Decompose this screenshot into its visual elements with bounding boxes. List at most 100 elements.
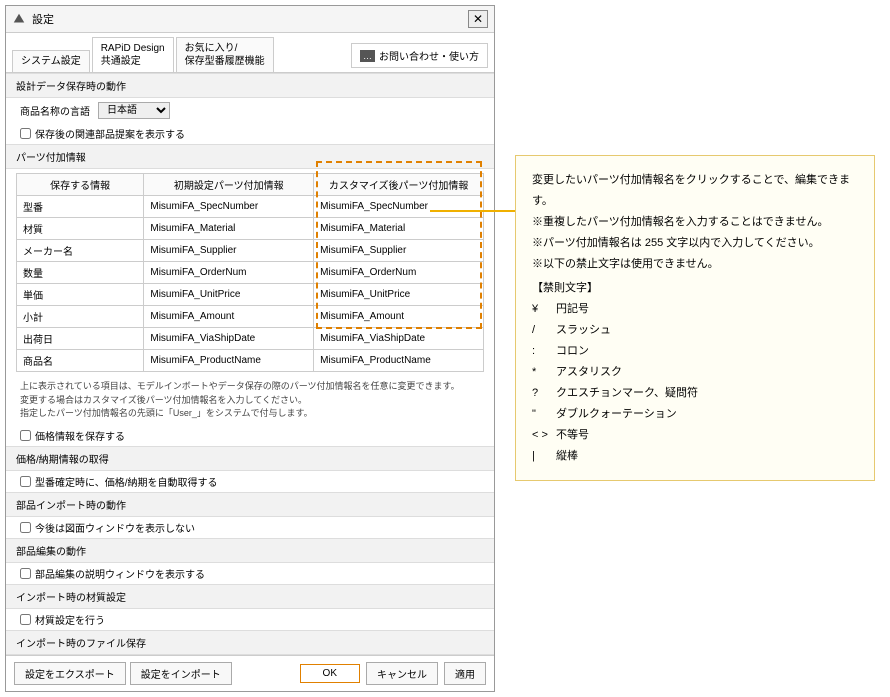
forbidden-row: < >不等号 (532, 425, 858, 446)
section-save-behavior: 設計データ保存時の動作 (6, 73, 494, 98)
tab-rapid[interactable]: RAPiD Design 共通設定 (92, 37, 174, 72)
forbidden-desc: 不等号 (556, 429, 589, 441)
chat-icon: … (360, 50, 375, 62)
ok-button[interactable]: OK (300, 664, 360, 683)
callout-l4: ※以下の禁止文字は使用できません。 (532, 254, 858, 275)
forbidden-row: *アスタリスク (532, 362, 858, 383)
table-row: 単価MisumiFA_UnitPriceMisumiFA_UnitPrice (17, 284, 484, 306)
cell-save: 小計 (17, 306, 144, 328)
th-save: 保存する情報 (17, 174, 144, 196)
close-button[interactable]: ✕ (468, 10, 488, 28)
cell-custom[interactable]: MisumiFA_Supplier (314, 240, 484, 262)
forbidden-row: :コロン (532, 341, 858, 362)
lang-row: 商品名称の言語 日本語 (6, 98, 494, 123)
content-area: 設計データ保存時の動作 商品名称の言語 日本語 保存後の関連部品提案を表示する … (6, 73, 494, 655)
cell-custom[interactable]: MisumiFA_OrderNum (314, 262, 484, 284)
th-default: 初期設定パーツ付加情報 (144, 174, 314, 196)
forbidden-symbol: : (532, 341, 556, 362)
table-row: 商品名MisumiFA_ProductNameMisumiFA_ProductN… (17, 350, 484, 372)
show-related-label: 保存後の関連部品提案を表示する (35, 126, 185, 141)
cell-custom[interactable]: MisumiFA_UnitPrice (314, 284, 484, 306)
cell-save: 型番 (17, 196, 144, 218)
section-edit-behavior: 部品編集の動作 (6, 538, 494, 563)
footer: 設定をエクスポート 設定をインポート OK キャンセル 適用 (6, 655, 494, 691)
cell-default: MisumiFA_ProductName (144, 350, 314, 372)
cell-save: 材質 (17, 218, 144, 240)
forbidden-desc: クエスチョンマーク、疑問符 (556, 387, 698, 399)
show-related-checkbox[interactable] (20, 128, 31, 139)
cell-save: 商品名 (17, 350, 144, 372)
export-button[interactable]: 設定をエクスポート (14, 662, 126, 685)
save-price-label: 価格情報を保存する (35, 428, 125, 443)
forbidden-symbol: ¥ (532, 299, 556, 320)
forbidden-row: ?クエスチョンマーク、疑問符 (532, 383, 858, 404)
help-button[interactable]: … お問い合わせ・使い方 (351, 43, 488, 68)
cell-custom[interactable]: MisumiFA_Amount (314, 306, 484, 328)
callout-wrap: 変更したいパーツ付加情報名をクリックすることで、編集できます。 ※重複したパーツ… (515, 155, 875, 481)
tab-row: システム設定 RAPiD Design 共通設定 お気に入り/ 保存型番履歴機能… (6, 33, 494, 73)
cell-custom[interactable]: MisumiFA_SpecNumber (314, 196, 484, 218)
section-file-save: インポート時のファイル保存 (6, 630, 494, 655)
th-custom: カスタマイズ後パーツ付加情報 (314, 174, 484, 196)
parts-table: 保存する情報 初期設定パーツ付加情報 カスタマイズ後パーツ付加情報 型番Misu… (16, 173, 484, 372)
auto-fetch-checkbox[interactable] (20, 476, 31, 487)
lang-label: 商品名称の言語 (20, 103, 90, 118)
cell-custom[interactable]: MisumiFA_ProductName (314, 350, 484, 372)
table-row: 出荷日MisumiFA_ViaShipDateMisumiFA_ViaShipD… (17, 328, 484, 350)
apply-button[interactable]: 適用 (444, 662, 486, 685)
cell-custom[interactable]: MisumiFA_ViaShipDate (314, 328, 484, 350)
forbidden-row: "ダブルクォーテーション (532, 404, 858, 425)
tab-system[interactable]: システム設定 (12, 50, 90, 72)
show-edit-help-label: 部品編集の説明ウィンドウを表示する (35, 566, 205, 581)
hide-drawing-checkbox[interactable] (20, 522, 31, 533)
material-checkbox[interactable] (20, 614, 31, 625)
forbidden-desc: 円記号 (556, 303, 589, 315)
show-edit-help-checkbox[interactable] (20, 568, 31, 579)
cell-default: MisumiFA_UnitPrice (144, 284, 314, 306)
callout-l2: ※重複したパーツ付加情報名を入力することはできません。 (532, 212, 858, 233)
forbidden-symbol: ? (532, 383, 556, 404)
window-title: 設定 (32, 11, 468, 27)
section-material: インポート時の材質設定 (6, 584, 494, 609)
cancel-button[interactable]: キャンセル (366, 662, 438, 685)
forbidden-symbol: / (532, 320, 556, 341)
settings-dialog: 設定 ✕ システム設定 RAPiD Design 共通設定 お気に入り/ 保存型… (5, 5, 495, 692)
forbidden-row: /スラッシュ (532, 320, 858, 341)
tab-favorite[interactable]: お気に入り/ 保存型番履歴機能 (176, 37, 274, 72)
import-button[interactable]: 設定をインポート (130, 662, 232, 685)
callout-box: 変更したいパーツ付加情報名をクリックすることで、編集できます。 ※重複したパーツ… (515, 155, 875, 481)
cell-default: MisumiFA_Amount (144, 306, 314, 328)
forbidden-desc: スラッシュ (556, 324, 611, 336)
section-parts-info: パーツ付加情報 (6, 144, 494, 169)
save-price-checkbox[interactable] (20, 430, 31, 441)
lang-select[interactable]: 日本語 (98, 102, 170, 119)
cell-save: 出荷日 (17, 328, 144, 350)
parts-table-wrap: 保存する情報 初期設定パーツ付加情報 カスタマイズ後パーツ付加情報 型番Misu… (6, 169, 494, 376)
callout-l3: ※パーツ付加情報名は 255 文字以内で入力してください。 (532, 233, 858, 254)
table-row: メーカー名MisumiFA_SupplierMisumiFA_Supplier (17, 240, 484, 262)
forbidden-symbol: < > (532, 425, 556, 446)
callout-leader-line (430, 210, 515, 212)
forbidden-symbol: * (532, 362, 556, 383)
forbidden-list: ¥円記号/スラッシュ:コロン*アスタリスク?クエスチョンマーク、疑問符"ダブルク… (532, 299, 858, 466)
table-row: 小計MisumiFA_AmountMisumiFA_Amount (17, 306, 484, 328)
cell-default: MisumiFA_ViaShipDate (144, 328, 314, 350)
help-button-label: お問い合わせ・使い方 (379, 48, 479, 63)
section-import-behavior: 部品インポート時の動作 (6, 492, 494, 517)
auto-fetch-label: 型番確定時に、価格/納期を自動取得する (35, 474, 217, 489)
table-row: 材質MisumiFA_MaterialMisumiFA_Material (17, 218, 484, 240)
table-note: 上に表示されている項目は、モデルインボートやデータ保存の際のパーツ付加情報名を任… (6, 376, 494, 425)
titlebar: 設定 ✕ (6, 6, 494, 33)
cell-custom[interactable]: MisumiFA_Material (314, 218, 484, 240)
forbidden-desc: ダブルクォーテーション (556, 408, 677, 420)
forbidden-symbol: | (532, 446, 556, 467)
cell-save: 数量 (17, 262, 144, 284)
forbidden-desc: コロン (556, 345, 589, 357)
cell-save: 単価 (17, 284, 144, 306)
cell-default: MisumiFA_Supplier (144, 240, 314, 262)
forbidden-desc: 縦棒 (556, 450, 578, 462)
cell-save: メーカー名 (17, 240, 144, 262)
cell-default: MisumiFA_Material (144, 218, 314, 240)
cell-default: MisumiFA_OrderNum (144, 262, 314, 284)
table-row: 数量MisumiFA_OrderNumMisumiFA_OrderNum (17, 262, 484, 284)
